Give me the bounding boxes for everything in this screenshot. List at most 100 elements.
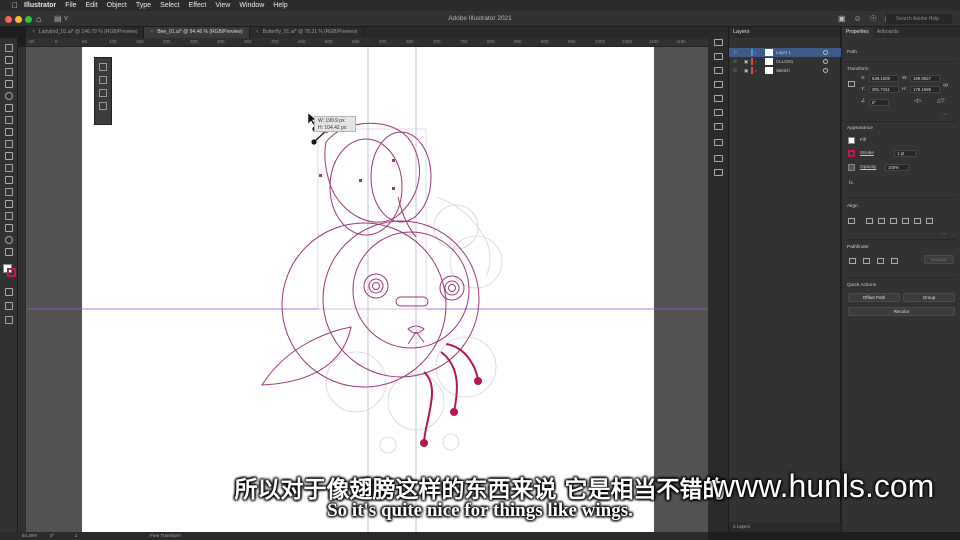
visibility-eye-icon[interactable]: ☉: [733, 48, 737, 57]
align-top-icon[interactable]: [902, 218, 909, 224]
foot[interactable]: [474, 377, 482, 385]
zoom-level[interactable]: 94.46%: [22, 532, 37, 540]
eyedropper-tool-icon[interactable]: [5, 236, 13, 244]
close-tab-icon[interactable]: ×: [150, 29, 153, 35]
lock-icon[interactable]: ▣: [744, 57, 748, 66]
user-icon[interactable]: ☺: [854, 14, 862, 23]
layer-row[interactable]: ☉ › Layer 1: [729, 48, 841, 57]
layers-panel-header[interactable]: Layers: [729, 27, 840, 38]
tab-butterfly[interactable]: × Butterfly_01.ai* @ 78.31 % (RGB/Preview…: [250, 27, 365, 38]
stroke-swatch[interactable]: [848, 150, 855, 157]
rotation-value[interactable]: 0°: [50, 532, 54, 540]
grid-icon[interactable]: [99, 102, 107, 110]
hand-icon[interactable]: [99, 89, 107, 97]
unite-icon[interactable]: [849, 258, 856, 264]
menu-window[interactable]: Window: [239, 0, 264, 11]
layer-row[interactable]: ☉ ▣ › Sketch: [729, 66, 841, 75]
menu-type[interactable]: Type: [136, 0, 151, 11]
leg-left[interactable]: [423, 371, 433, 443]
menu-edit[interactable]: Edit: [86, 0, 98, 11]
right-eye-outer[interactable]: [439, 275, 465, 301]
expand-arrow-icon[interactable]: ›: [755, 48, 757, 57]
visibility-eye-icon[interactable]: ☉: [733, 57, 737, 66]
menu-help[interactable]: Help: [273, 0, 287, 11]
group-button[interactable]: Group: [903, 293, 955, 302]
lightbulb-icon[interactable]: ☉: [870, 14, 877, 23]
align-left-icon[interactable]: [866, 218, 873, 224]
more-options-icon[interactable]: ⋯: [942, 232, 947, 237]
shape-builder-tool-icon[interactable]: [5, 224, 13, 232]
swatch-icon[interactable]: [99, 76, 107, 84]
edit-toolbar-icon[interactable]: [5, 316, 13, 324]
close-tab-icon[interactable]: ×: [32, 29, 35, 35]
flip-horizontal-icon[interactable]: ◁▷: [914, 99, 921, 104]
stroke-swatch[interactable]: [7, 268, 16, 277]
rectangle-tool-icon[interactable]: [5, 128, 13, 136]
exclude-icon[interactable]: [891, 258, 898, 264]
scale-tool-icon[interactable]: [5, 188, 13, 196]
layer-name[interactable]: CLLOS1: [776, 57, 793, 66]
expand-arrow-icon[interactable]: ›: [755, 66, 757, 75]
left-eye-pupil[interactable]: [372, 282, 380, 290]
tab-ladybird[interactable]: × Ladybird_01.ai* @ 146.79 % (RGB/Preview…: [26, 27, 145, 38]
visibility-eye-icon[interactable]: ☉: [733, 66, 737, 75]
color-panel-icon[interactable]: [714, 39, 723, 46]
transparency-icon[interactable]: [714, 139, 723, 146]
apple-icon[interactable]: : [12, 0, 18, 11]
free-transform-tool-icon[interactable]: [5, 212, 13, 220]
lower-wing[interactable]: [261, 326, 352, 386]
zoom-tool-icon[interactable]: [5, 248, 13, 256]
leg-middle[interactable]: [440, 351, 458, 413]
fill-label[interactable]: Fill: [860, 138, 866, 143]
menu-select[interactable]: Select: [160, 0, 179, 11]
fill-swatch[interactable]: [848, 137, 855, 144]
width-tool-icon[interactable]: [5, 200, 13, 208]
expand-button[interactable]: Expand: [924, 255, 954, 264]
menu-app[interactable]: Illustrator: [24, 0, 56, 11]
opacity-field[interactable]: 100%: [885, 164, 909, 171]
line-tool-icon[interactable]: [5, 116, 13, 124]
vertical-ruler[interactable]: [18, 47, 26, 532]
minus-front-icon[interactable]: [863, 258, 870, 264]
align-middle-icon[interactable]: [914, 218, 921, 224]
right-eye-inner[interactable]: [444, 280, 460, 296]
current-tool[interactable]: Free Transform: [150, 532, 181, 540]
swatches-icon[interactable]: [714, 67, 723, 74]
symbols-icon[interactable]: [714, 95, 723, 102]
layer-name[interactable]: Layer 1: [776, 48, 791, 57]
snap-icon[interactable]: [99, 63, 107, 71]
tab-artboards[interactable]: Artboards: [873, 27, 903, 38]
direct-selection-tool-icon[interactable]: [5, 56, 13, 64]
pen-tool-icon[interactable]: [5, 80, 13, 88]
y-field[interactable]: 291.7151: [869, 86, 899, 93]
draw-mode-icon[interactable]: [5, 288, 13, 296]
intersect-icon[interactable]: [877, 258, 884, 264]
artboard-number[interactable]: 1: [75, 532, 78, 540]
bee-outline[interactable]: [261, 122, 480, 388]
color-guide-icon[interactable]: [714, 53, 723, 60]
foot[interactable]: [450, 408, 458, 416]
menu-object[interactable]: Object: [107, 0, 127, 11]
left-eye-outer[interactable]: [363, 273, 389, 299]
stroke-weight-field[interactable]: 1 pt: [894, 150, 916, 157]
menu-view[interactable]: View: [215, 0, 230, 11]
upper-wing-shape[interactable]: [324, 122, 420, 223]
pencil-tool-icon[interactable]: [5, 152, 13, 160]
appearance-icon[interactable]: [714, 155, 723, 162]
layer-name[interactable]: Sketch: [776, 66, 790, 75]
align-center-icon[interactable]: [878, 218, 885, 224]
align-bottom-icon[interactable]: [926, 218, 933, 224]
layers-icon[interactable]: [714, 169, 723, 176]
link-proportions-icon[interactable]: ∞: [943, 82, 948, 89]
lock-icon[interactable]: ▣: [744, 66, 748, 75]
fx-button[interactable]: fx.: [849, 181, 854, 186]
stroke-label[interactable]: Stroke: [860, 151, 874, 156]
body-circle[interactable]: [281, 222, 447, 388]
eraser-tool-icon[interactable]: [5, 164, 13, 172]
right-eye-pupil[interactable]: [448, 284, 456, 292]
help-search-input[interactable]: Search Adobe Help: [886, 14, 952, 24]
tab-properties[interactable]: Properties: [842, 27, 873, 38]
target-circle-icon[interactable]: [823, 68, 828, 73]
rotate-tool-icon[interactable]: [5, 176, 13, 184]
bee-artwork[interactable]: [26, 47, 708, 532]
